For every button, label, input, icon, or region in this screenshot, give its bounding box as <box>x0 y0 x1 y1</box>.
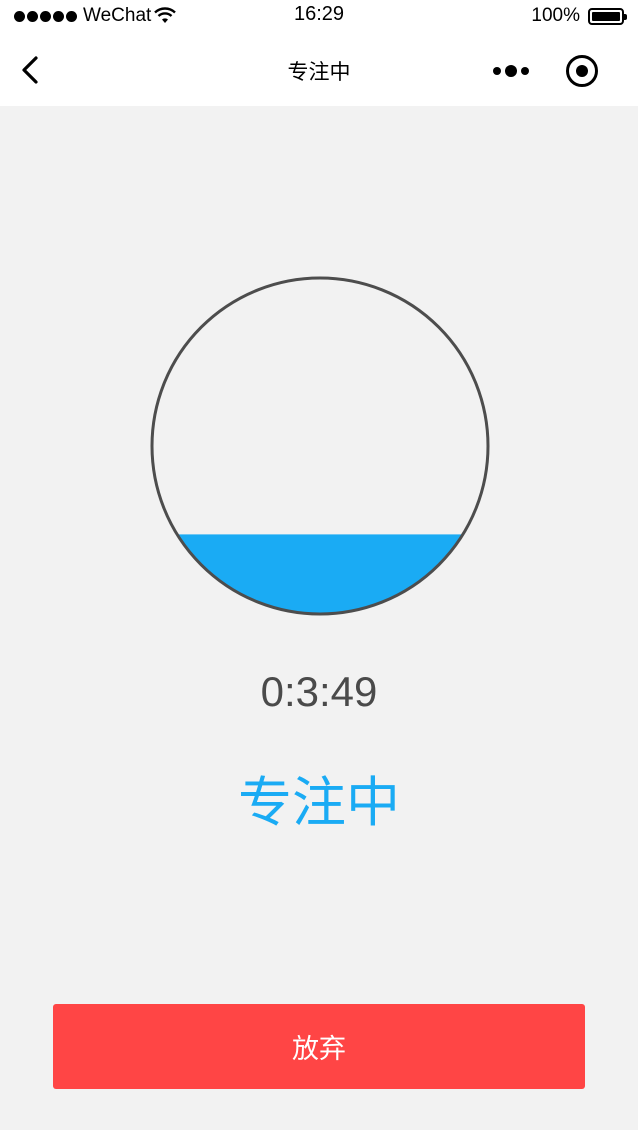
status-bar: WeChat 16:29 100% <box>0 0 638 34</box>
elapsed-timer: 0:3:49 <box>260 668 378 715</box>
status-right: 100% <box>531 5 627 27</box>
battery-icon <box>588 7 627 25</box>
nav-bar: 专注中 <box>0 34 638 106</box>
close-miniprogram-button[interactable] <box>562 51 602 91</box>
capsule-close-icon <box>566 55 598 87</box>
more-dots-icon <box>493 65 529 77</box>
more-button[interactable] <box>488 56 534 86</box>
focus-screen: WeChat 16:29 100% 专注中 0:3:49 专注中 放弃 <box>0 0 638 1130</box>
focus-progress-circle <box>150 276 490 616</box>
give-up-button[interactable]: 放弃 <box>53 1004 585 1089</box>
battery-percent: 100% <box>531 5 580 26</box>
page-title: 专注中 <box>287 61 351 84</box>
water-fill <box>152 534 488 614</box>
focus-status-label: 专注中 <box>238 773 400 833</box>
